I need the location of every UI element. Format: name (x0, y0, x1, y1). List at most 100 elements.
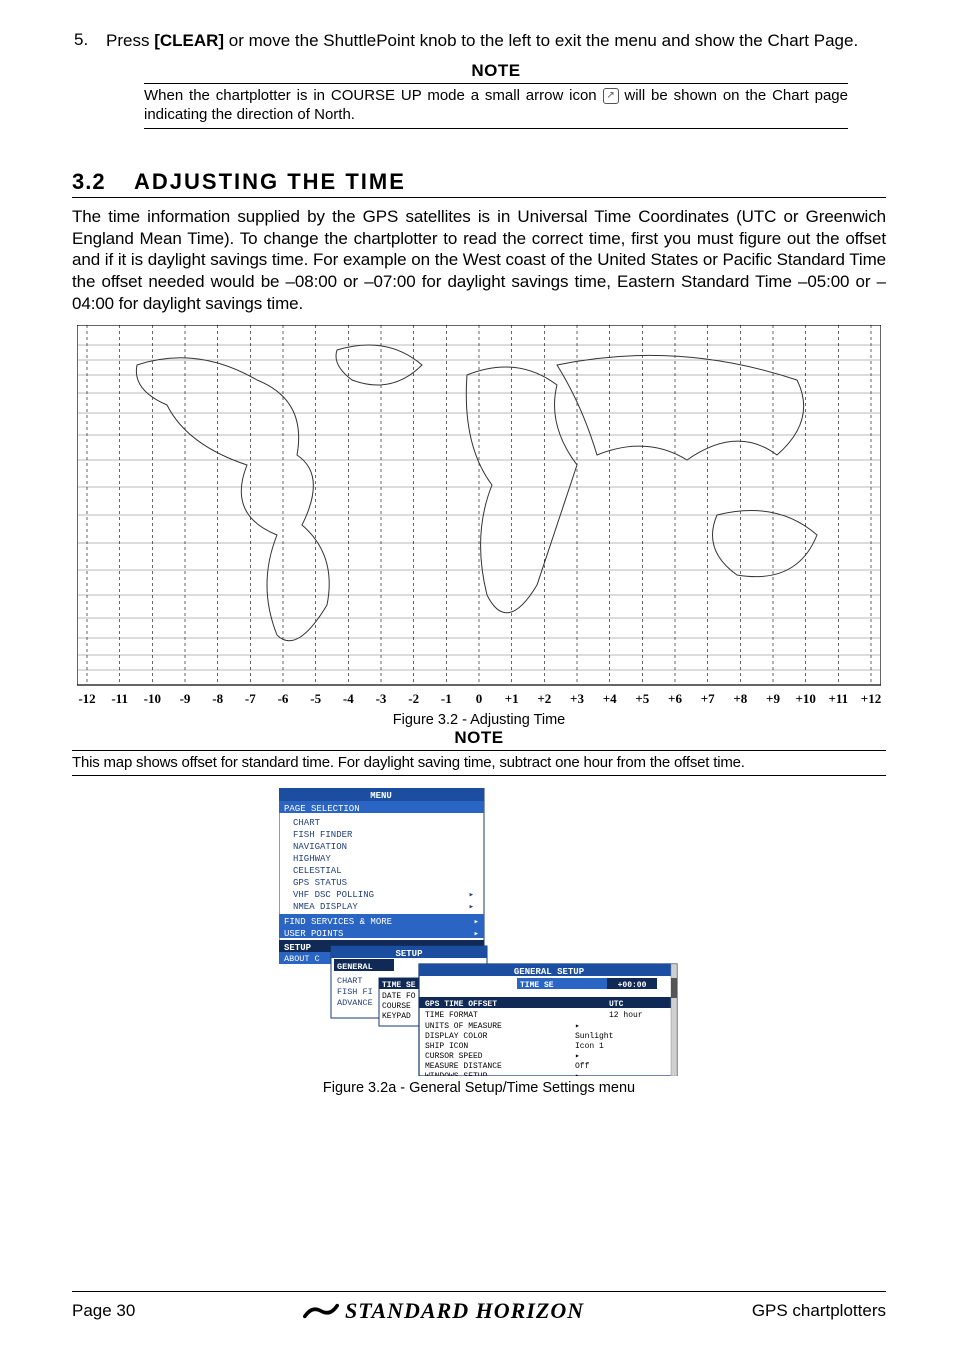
svg-text:-7: -7 (245, 691, 256, 706)
svg-text:CHART: CHART (293, 818, 321, 828)
figure-2-caption: Figure 3.2a - General Setup/Time Setting… (72, 1080, 886, 1096)
svg-text:UNITS OF MEASURE: UNITS OF MEASURE (425, 1022, 502, 1031)
step-number: 5. (72, 30, 106, 51)
svg-text:-5: -5 (310, 691, 321, 706)
section-heading: 3.2 ADJUSTING THE TIME (72, 169, 886, 195)
svg-text:MENU: MENU (370, 791, 392, 801)
svg-text:Icon 1: Icon 1 (575, 1042, 604, 1051)
note-rule-top (144, 83, 848, 84)
svg-text:CHART: CHART (337, 976, 363, 986)
section-number: 3.2 (72, 169, 134, 195)
svg-text:▸: ▸ (474, 917, 479, 927)
svg-text:GENERAL SETUP: GENERAL SETUP (514, 967, 585, 977)
footer-page-number: Page 30 (72, 1301, 135, 1321)
svg-text:+1: +1 (505, 691, 519, 706)
note-body: When the chartplotter is in COURSE UP mo… (144, 87, 848, 125)
note-rule-bottom (144, 128, 848, 129)
svg-text:-3: -3 (376, 691, 387, 706)
svg-text:TIME SE: TIME SE (520, 981, 554, 990)
svg-text:SETUP: SETUP (284, 943, 312, 953)
svg-text:WINDOWS SETUP: WINDOWS SETUP (425, 1072, 488, 1076)
note-2-body: This map shows offset for standard time.… (72, 754, 886, 773)
svg-text:UTC: UTC (609, 1000, 624, 1009)
footer-rule (72, 1291, 886, 1292)
note-title: NOTE (144, 61, 848, 81)
svg-text:NAVIGATION: NAVIGATION (293, 842, 347, 852)
svg-text:DISPLAY COLOR: DISPLAY COLOR (425, 1032, 488, 1041)
svg-text:-9: -9 (180, 691, 191, 706)
svg-text:VHF DSC POLLING: VHF DSC POLLING (293, 890, 374, 900)
figure-1-caption: Figure 3.2 - Adjusting Time (72, 712, 886, 728)
svg-text:GPS TIME OFFSET: GPS TIME OFFSET (425, 1000, 497, 1009)
svg-text:-4: -4 (343, 691, 354, 706)
svg-text:▸: ▸ (474, 929, 479, 939)
step-text: Press [CLEAR] or move the ShuttlePoint k… (106, 30, 886, 51)
footer-product: GPS chartplotters (752, 1301, 886, 1321)
svg-text:USER POINTS: USER POINTS (284, 929, 343, 939)
svg-text:+2: +2 (537, 691, 551, 706)
svg-text:+11: +11 (828, 691, 848, 706)
svg-text:FISH FINDER: FISH FINDER (293, 830, 353, 840)
svg-text:GENERAL: GENERAL (337, 962, 373, 972)
svg-text:+12: +12 (861, 691, 881, 706)
north-arrow-icon: ↗ (603, 88, 619, 104)
brand-logo-icon (303, 1302, 339, 1320)
svg-text:12 hour: 12 hour (609, 1011, 643, 1020)
step-text-pre: Press (106, 31, 154, 50)
svg-text:FIND SERVICES & MORE: FIND SERVICES & MORE (284, 917, 392, 927)
svg-text:TIME FORMAT: TIME FORMAT (425, 1011, 478, 1020)
svg-text:-6: -6 (278, 691, 289, 706)
svg-text:-2: -2 (408, 691, 419, 706)
svg-text:+10: +10 (795, 691, 815, 706)
svg-text:SETUP: SETUP (395, 949, 423, 959)
note-title-2: NOTE (72, 728, 886, 748)
svg-text:+6: +6 (668, 691, 682, 706)
svg-text:▸: ▸ (575, 1072, 580, 1076)
step-clear-key: [CLEAR] (154, 31, 224, 50)
svg-text:TIME SE: TIME SE (382, 981, 416, 990)
svg-text:Off: Off (575, 1062, 590, 1071)
footer-brand-text: STANDARD HORIZON (345, 1298, 584, 1324)
svg-text:-8: -8 (212, 691, 223, 706)
svg-text:Sunlight: Sunlight (575, 1032, 613, 1041)
svg-text:DATE FO: DATE FO (382, 992, 416, 1001)
note-2-rule-top (72, 750, 886, 751)
svg-text:▸: ▸ (469, 890, 474, 900)
footer-brand: STANDARD HORIZON (303, 1298, 584, 1324)
menu-screenshot: MENU PAGE SELECTION CHART FISH FINDER NA… (279, 788, 679, 1076)
world-map-figure: -12-11-10 -9-8-7 -6-5-4 -3-2-1 0+1+2 +3+… (77, 325, 881, 708)
note-2: NOTE This map shows offset for standard … (72, 728, 886, 777)
section-body: The time information supplied by the GPS… (72, 206, 886, 315)
svg-text:-11: -11 (111, 691, 128, 706)
svg-text:NMEA DISPLAY: NMEA DISPLAY (293, 902, 358, 912)
svg-text:+7: +7 (701, 691, 715, 706)
svg-text:-1: -1 (441, 691, 452, 706)
svg-text:ABOUT C: ABOUT C (284, 954, 320, 964)
svg-text:CELESTIAL: CELESTIAL (293, 866, 342, 876)
svg-text:▸: ▸ (575, 1022, 580, 1031)
note-2-rule-bottom (72, 775, 886, 776)
svg-text:+8: +8 (733, 691, 747, 706)
section-title: ADJUSTING THE TIME (134, 169, 406, 195)
svg-text:-10: -10 (144, 691, 161, 706)
svg-text:▸: ▸ (469, 902, 474, 912)
svg-text:GPS STATUS: GPS STATUS (293, 878, 347, 888)
svg-text:KEYPAD: KEYPAD (382, 1012, 411, 1021)
section-rule (72, 197, 886, 198)
step-text-post: or move the ShuttlePoint knob to the lef… (224, 31, 858, 50)
svg-text:▸: ▸ (575, 1052, 580, 1061)
svg-text:0: 0 (476, 691, 483, 706)
note-body-pre: When the chartplotter is in COURSE UP mo… (144, 87, 603, 104)
svg-text:MEASURE DISTANCE: MEASURE DISTANCE (425, 1062, 502, 1071)
svg-text:FISH FI: FISH FI (337, 987, 373, 997)
svg-text:HIGHWAY: HIGHWAY (293, 854, 331, 864)
svg-text:-12: -12 (78, 691, 95, 706)
svg-text:+9: +9 (766, 691, 780, 706)
step-5: 5. Press [CLEAR] or move the ShuttlePoin… (72, 30, 886, 51)
svg-text:CURSOR SPEED: CURSOR SPEED (425, 1052, 483, 1061)
note-1: NOTE When the chartplotter is in COURSE … (144, 61, 848, 129)
svg-text:SHIP ICON: SHIP ICON (425, 1042, 468, 1051)
svg-text:PAGE SELECTION: PAGE SELECTION (284, 804, 360, 814)
page-footer: Page 30 STANDARD HORIZON GPS chartplotte… (0, 1291, 954, 1326)
svg-text:+00:00: +00:00 (618, 981, 647, 990)
